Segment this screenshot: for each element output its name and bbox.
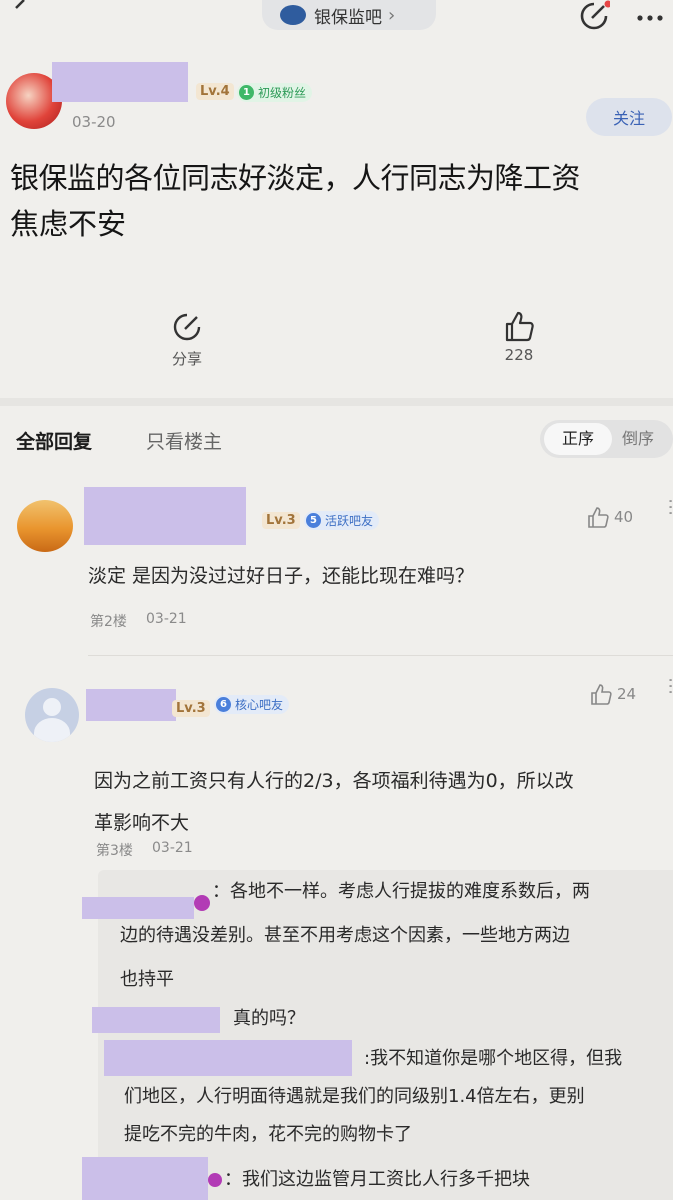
- fan-badge-number: 1: [239, 85, 254, 100]
- redacted-username: [86, 689, 176, 721]
- member-badge-label: 核心吧友: [235, 698, 284, 712]
- thumbs-up-icon: [588, 507, 609, 528]
- reply-text: 因为之前工资只有人行的2/3，各项福利待遇为0，所以改 革影响不大: [94, 760, 574, 844]
- share-button[interactable]: 分享: [164, 310, 210, 372]
- member-badge-label: 活跃吧友: [325, 514, 374, 528]
- sub-reply[interactable]: :我不知道你是哪个地区得，但我 们地区，人行明面待遇就是我们的同级别1.4倍左右…: [124, 1040, 622, 1154]
- reply-floor: 第2楼: [90, 614, 127, 630]
- chevron-right-icon: ›: [388, 4, 396, 26]
- sort-toggle: 正序 倒序: [540, 420, 673, 458]
- reply-text-line2: 革影响不大: [94, 812, 190, 834]
- post-title-line1: 银保监的各位同志好淡定，人行同志为降工资: [10, 161, 581, 195]
- post-title-line2: 焦虑不安: [10, 207, 127, 241]
- fan-badge: 1 初级粉丝: [237, 83, 313, 102]
- sort-asc-button[interactable]: 正序: [544, 423, 612, 455]
- post-date: 03-20: [72, 113, 116, 131]
- reply-like-button[interactable]: 40: [586, 505, 633, 529]
- reply-more-icon[interactable]: ⋯: [660, 677, 673, 695]
- reply-floor: 第3楼: [96, 843, 133, 859]
- thumbs-up-icon: [591, 684, 612, 705]
- section-divider: [0, 398, 673, 406]
- fan-badge-label: 初级粉丝: [258, 86, 307, 100]
- reply-like-count: 40: [614, 508, 634, 526]
- post-title: 银保监的各位同志好淡定，人行同志为降工资 焦虑不安: [10, 155, 581, 247]
- sub-reply-line: 们地区，人行明面待遇就是我们的同级别1.4倍左右，更别: [124, 1086, 585, 1107]
- reply-more-icon[interactable]: ⋯: [660, 498, 673, 516]
- thumbs-up-icon: [495, 308, 543, 344]
- redacted-username: [84, 487, 246, 545]
- sub-reply-line: ：我们这边监管月工资比人行多千把块: [224, 1169, 530, 1190]
- sub-reply-line: :我不知道你是哪个地区得，但我: [364, 1048, 623, 1069]
- sub-reply-line: ：各地不一样。考虑人行提拔的难度系数后，两: [212, 881, 590, 902]
- tab-all-replies[interactable]: 全部回复: [16, 427, 92, 454]
- default-avatar-icon: [43, 698, 61, 716]
- sub-reply-line: 边的待遇没差别。甚至不用考虑这个因素，一些地方两边: [120, 925, 570, 946]
- reply-like-button[interactable]: 24: [589, 682, 636, 706]
- forum-avatar: [280, 5, 306, 25]
- forum-pill[interactable]: 银保监吧 ›: [262, 0, 436, 30]
- reply-like-count: 24: [617, 685, 637, 703]
- follow-button[interactable]: 关注: [586, 98, 672, 136]
- like-button[interactable]: 228: [495, 308, 543, 370]
- sort-desc-button[interactable]: 倒序: [622, 423, 668, 455]
- sub-reply-line: 也持平: [120, 969, 174, 990]
- sub-reply[interactable]: ：我们这边监管月工资比人行多千把块: [224, 1171, 530, 1189]
- sub-reply-line: 真的吗？: [233, 1008, 305, 1029]
- share-icon: [164, 310, 210, 342]
- back-icon[interactable]: [6, 0, 30, 18]
- redacted-username: [82, 1157, 208, 1200]
- level-badge: Lv.4: [196, 83, 234, 100]
- reply-date: 03-21: [152, 840, 193, 856]
- member-badge: 6 核心吧友: [214, 695, 290, 714]
- redacted-username: [92, 1007, 220, 1033]
- level-badge: Lv.3: [262, 512, 300, 529]
- reply-text: 淡定 是因为没过过好日子，还能比现在难吗？: [88, 565, 475, 587]
- tab-only-op[interactable]: 只看楼主: [146, 427, 222, 454]
- sub-reply-line: 提吃不完的牛肉，花不完的购物卡了: [124, 1124, 412, 1145]
- member-badge-number: 6: [216, 697, 231, 712]
- reply-text-line1: 因为之前工资只有人行的2/3，各项福利待遇为0，所以改: [94, 770, 574, 792]
- emoji-icon: [208, 1173, 222, 1187]
- member-badge-number: 5: [306, 513, 321, 528]
- forum-name: 银保监吧: [314, 7, 382, 28]
- member-badge: 5 活跃吧友: [304, 511, 380, 530]
- sub-reply[interactable]: ：各地不一样。考虑人行提拔的难度系数后，两 边的待遇没差别。甚至不用考虑这个因素…: [120, 870, 590, 1002]
- reply-date: 03-21: [146, 611, 187, 627]
- level-badge: Lv.3: [172, 700, 210, 717]
- reply-avatar[interactable]: [17, 500, 73, 552]
- share-label: 分享: [171, 350, 202, 368]
- sub-reply[interactable]: 真的吗？: [233, 1010, 305, 1028]
- reply-avatar[interactable]: [25, 688, 79, 742]
- like-count: 228: [504, 346, 534, 364]
- reply-divider: [88, 655, 673, 656]
- more-icon[interactable]: [636, 8, 664, 28]
- redacted-username: [52, 62, 188, 102]
- edit-icon[interactable]: [578, 0, 612, 32]
